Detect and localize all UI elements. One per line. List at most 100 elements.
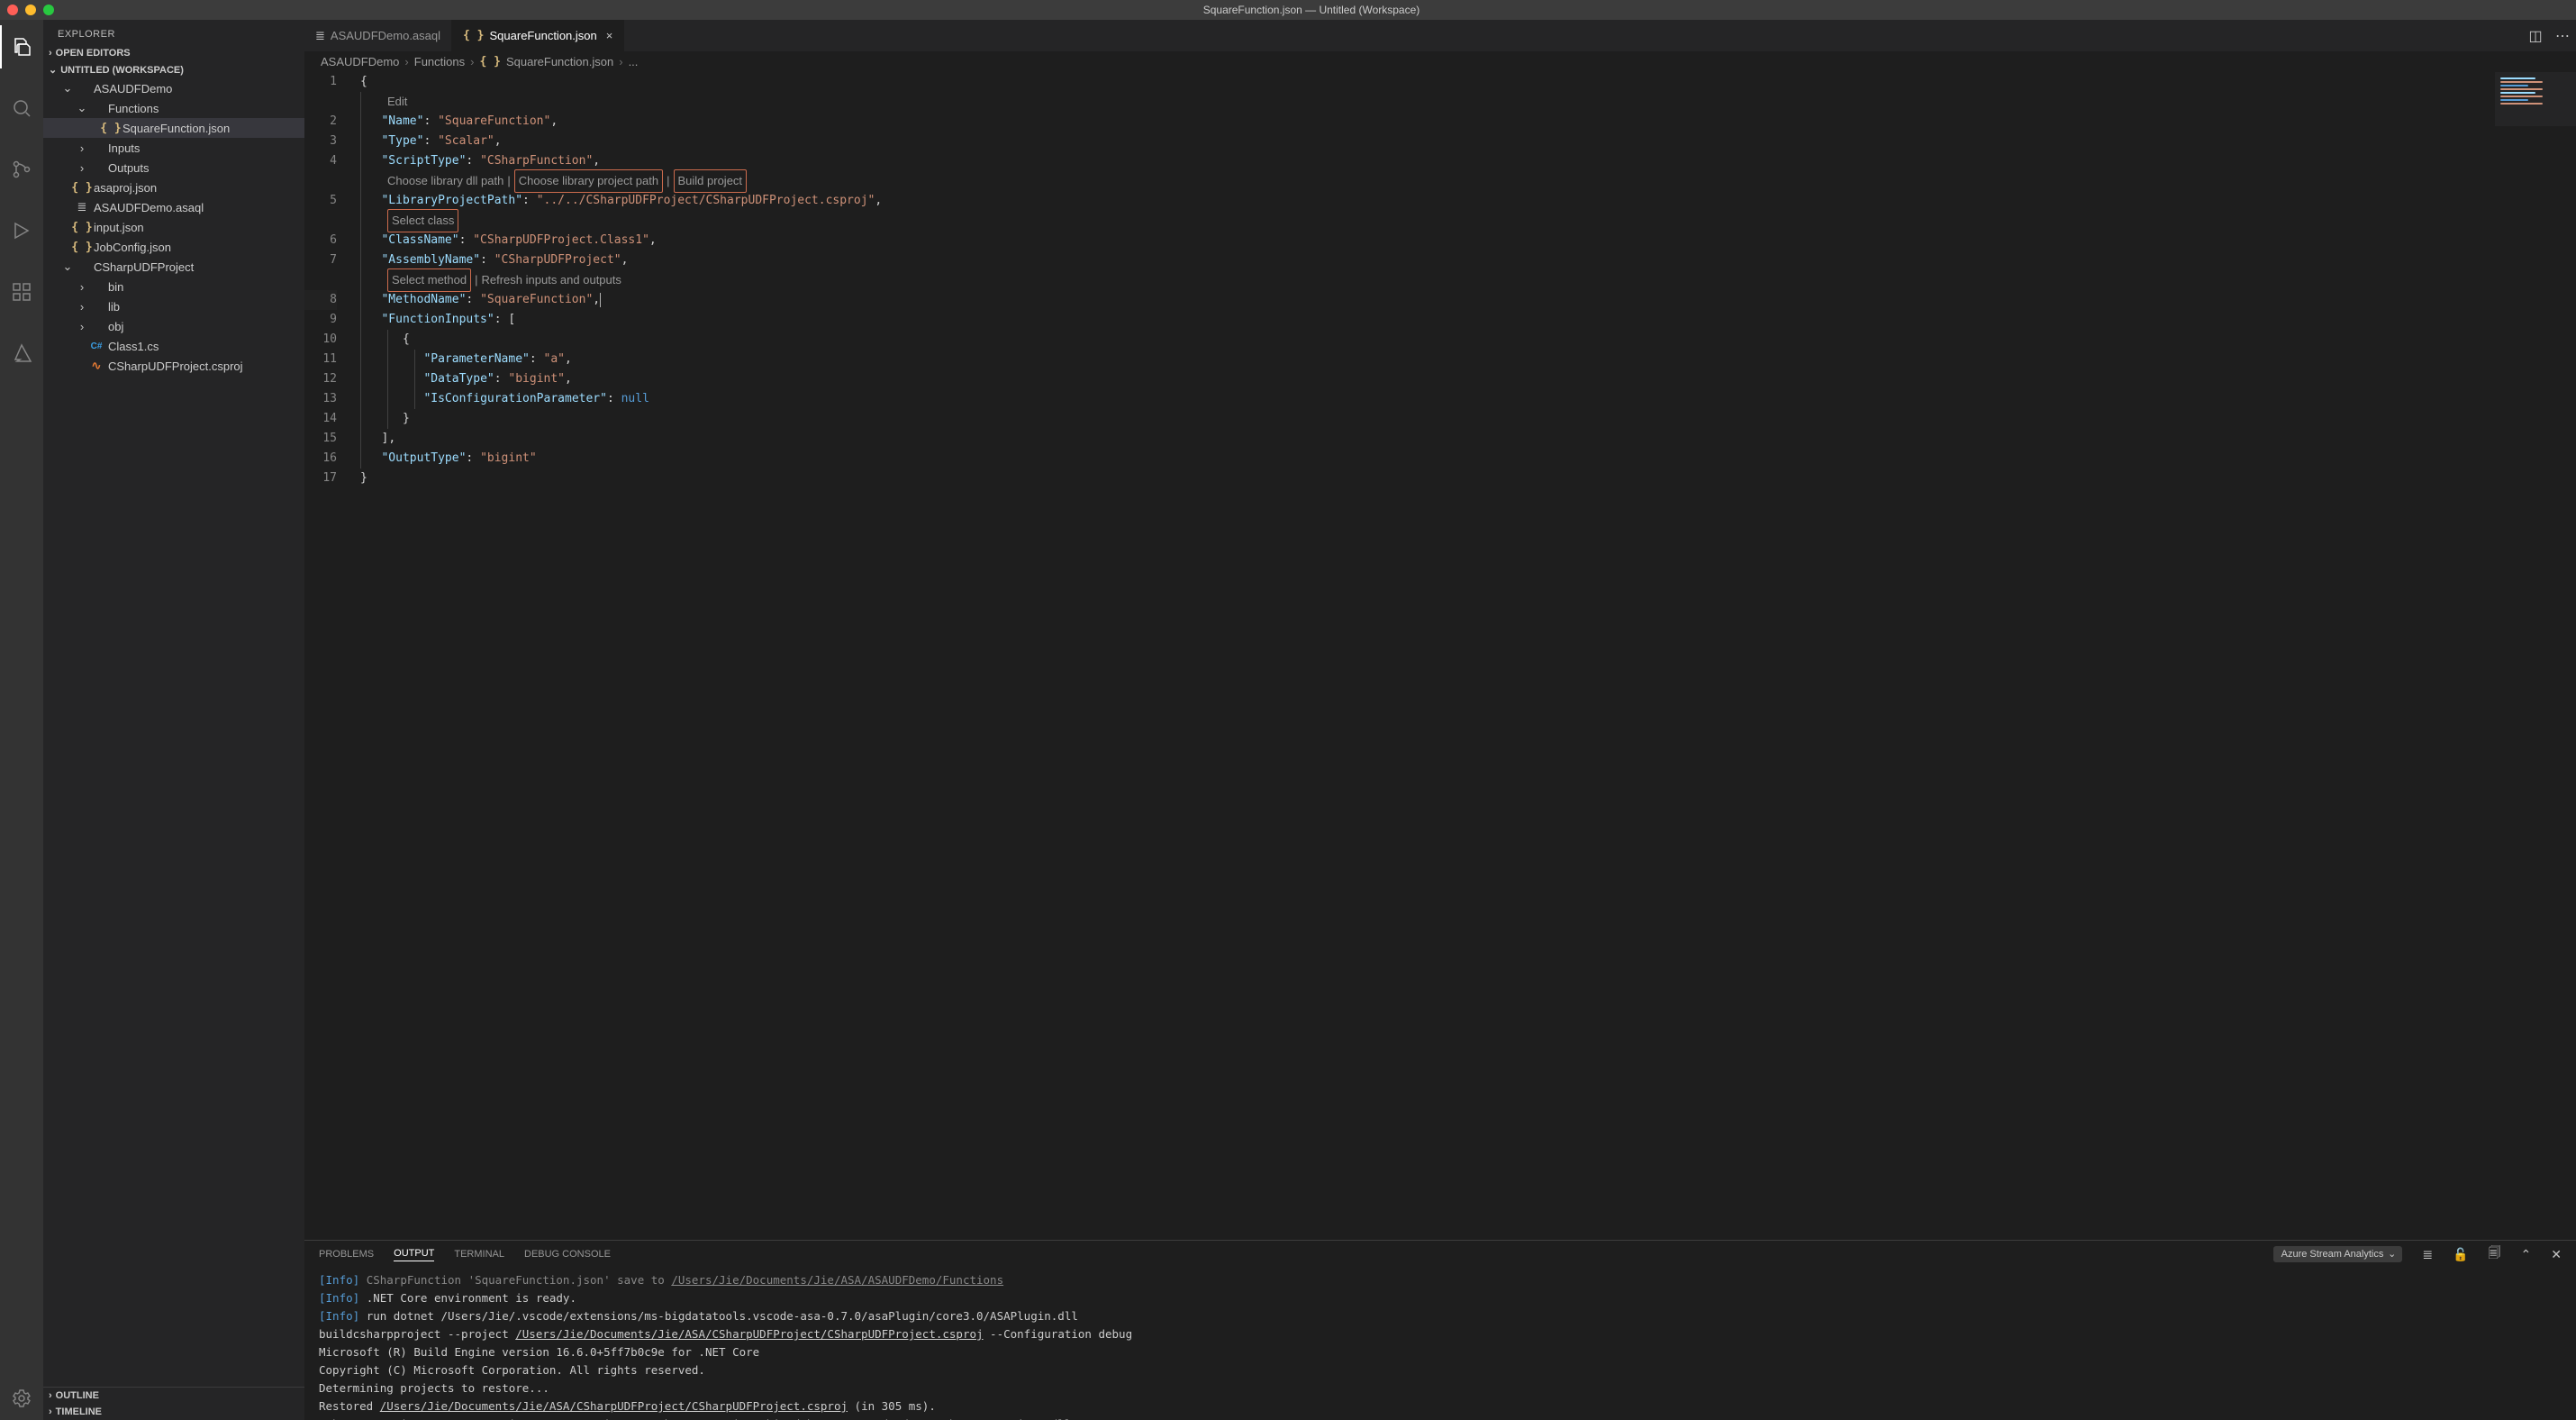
file-tree-item-functions[interactable]: Functions — [43, 98, 304, 118]
output-line: [Info] .NET Core environment is ready. — [319, 1289, 2562, 1307]
tab-debug-console[interactable]: DEBUG CONSOLE — [524, 1249, 611, 1260]
code-line[interactable]: } — [349, 469, 2576, 488]
breadcrumb-part[interactable]: SquareFunction.json — [506, 55, 613, 68]
codelens-action[interactable]: Select method — [387, 269, 471, 292]
close-window[interactable] — [7, 5, 18, 15]
codelens-separator: | — [667, 171, 669, 191]
file-tree: ASAUDFDemo Functions { }SquareFunction.jso… — [43, 78, 304, 1387]
file-tree-label: Functions — [108, 102, 159, 115]
workspace-section[interactable]: UNTITLED (WORKSPACE) — [43, 61, 304, 78]
breadcrumb-part[interactable]: ASAUDFDemo — [321, 55, 399, 68]
code-line[interactable]: "Type": "Scalar", — [349, 132, 2576, 151]
codelens-action[interactable]: Edit — [387, 92, 407, 112]
code-line[interactable]: "IsConfigurationParameter": null — [349, 389, 2576, 409]
panel-maximize-icon[interactable]: ⌃ — [2521, 1247, 2532, 1262]
file-tree-item-asaproj[interactable]: { }asaproj.json — [43, 178, 304, 197]
code-line[interactable]: "Name": "SquareFunction", — [349, 112, 2576, 132]
panel-close-icon[interactable]: ✕ — [2551, 1247, 2562, 1262]
file-tree-item-csharpproj[interactable]: CSharpUDFProject — [43, 257, 304, 277]
file-tree-item-jobconfig[interactable]: { }JobConfig.json — [43, 237, 304, 257]
code-area[interactable]: {Edit "Name": "SquareFunction", "Type": … — [349, 72, 2576, 1240]
outline-section[interactable]: OUTLINE — [43, 1388, 304, 1404]
file-tree-label: CSharpUDFProject — [94, 260, 194, 274]
tab-terminal[interactable]: TERMINAL — [454, 1249, 504, 1260]
editor[interactable]: 1234567891011121314151617 {Edit "Name": … — [304, 72, 2576, 1240]
file-tree-item-asaudfdemo[interactable]: ASAUDFDemo — [43, 78, 304, 98]
codelens-action[interactable]: Refresh inputs and outputs — [482, 270, 621, 290]
file-tree-item-outputs[interactable]: Outputs — [43, 158, 304, 178]
file-tree-item-inputs[interactable]: Inputs — [43, 138, 304, 158]
editor-tab-asaql[interactable]: ≣ ASAUDFDemo.asaql — [304, 20, 452, 51]
breadcrumb[interactable]: ASAUDFDemo›Functions›{ }SquareFunction.j… — [304, 51, 2576, 72]
file-tree-label: input.json — [94, 221, 144, 234]
code-line[interactable]: } — [349, 409, 2576, 429]
file-tree-label: asaproj.json — [94, 181, 157, 195]
window-title: SquareFunction.json — Untitled (Workspac… — [54, 4, 2569, 16]
tab-output[interactable]: OUTPUT — [394, 1248, 434, 1261]
run-debug-icon[interactable] — [0, 209, 43, 252]
file-tree-item-squarefunction[interactable]: { }SquareFunction.json — [43, 118, 304, 138]
codelens-action[interactable]: Select class — [387, 209, 458, 232]
file-tree-item-obj[interactable]: obj — [43, 316, 304, 336]
output-line: Restored /Users/Jie/Documents/Jie/ASA/CS… — [319, 1397, 2562, 1415]
output-line: [Info] run dotnet /Users/Jie/.vscode/ext… — [319, 1307, 2562, 1325]
code-line[interactable]: "AssemblyName": "CSharpUDFProject", — [349, 250, 2576, 270]
clear-output-icon[interactable]: 🗐 — [2489, 1243, 2501, 1265]
editor-tabs: ≣ ASAUDFDemo.asaql { } SquareFunction.json ×… — [304, 20, 2576, 51]
timeline-section[interactable]: TIMELINE — [43, 1404, 304, 1420]
output-line: CSharpUDFProject -> /Users/Jie/Documents… — [319, 1415, 2562, 1420]
azure-icon[interactable] — [0, 332, 43, 375]
file-tree-item-demoasaql[interactable]: ≣ASAUDFDemo.asaql — [43, 197, 304, 217]
code-line[interactable]: "ScriptType": "CSharpFunction", — [349, 151, 2576, 171]
output-line: [Info] CSharpFunction 'SquareFunction.js… — [319, 1271, 2562, 1289]
code-line[interactable]: "ClassName": "CSharpUDFProject.Class1", — [349, 231, 2576, 250]
file-tree-item-class1[interactable]: C#Class1.cs — [43, 336, 304, 356]
code-line[interactable]: { — [349, 330, 2576, 350]
explorer-icon[interactable] — [0, 25, 43, 68]
activity-bar — [0, 20, 43, 1420]
settings-gear-icon[interactable] — [0, 1377, 43, 1420]
panel-tabs: PROBLEMS OUTPUT TERMINAL DEBUG CONSOLE A… — [304, 1241, 2576, 1268]
file-tree-item-lib[interactable]: lib — [43, 296, 304, 316]
output-line: Determining projects to restore... — [319, 1379, 2562, 1397]
close-tab-icon[interactable]: × — [606, 29, 613, 42]
code-line[interactable]: "FunctionInputs": [ — [349, 310, 2576, 330]
breadcrumb-part[interactable]: ... — [629, 55, 639, 68]
code-line[interactable]: "OutputType": "bigint" — [349, 449, 2576, 469]
file-tree-item-inputjson[interactable]: { }input.json — [43, 217, 304, 237]
file-icon: ≣ — [315, 29, 325, 43]
file-tree-item-bin[interactable]: bin — [43, 277, 304, 296]
code-line[interactable]: "DataType": "bigint", — [349, 369, 2576, 389]
code-line[interactable]: "ParameterName": "a", — [349, 350, 2576, 369]
codelens-separator: | — [475, 270, 477, 290]
source-control-icon[interactable] — [0, 148, 43, 191]
editor-tab-square[interactable]: { } SquareFunction.json × — [452, 20, 624, 51]
tab-label: SquareFunction.json — [490, 29, 597, 42]
json-icon: { } — [463, 29, 484, 42]
code-line[interactable]: { — [349, 72, 2576, 92]
minimize-window[interactable] — [25, 5, 36, 15]
code-line[interactable]: "MethodName": "SquareFunction", — [349, 290, 2576, 310]
tab-label: ASAUDFDemo.asaql — [331, 29, 440, 42]
output-channel-select[interactable]: Azure Stream Analytics — [2273, 1246, 2403, 1262]
codelens-action[interactable]: Choose library dll path — [387, 171, 503, 191]
code-line[interactable]: "LibraryProjectPath": "../../CSharpUDFPr… — [349, 191, 2576, 211]
codelens-action[interactable]: Choose library project path — [514, 169, 663, 193]
minimap[interactable] — [2495, 72, 2576, 126]
extensions-icon[interactable] — [0, 270, 43, 314]
codelens-action[interactable]: Build project — [674, 169, 748, 193]
more-actions-icon[interactable]: ⋯ — [2549, 27, 2576, 45]
open-editors-section[interactable]: OPEN EDITORS — [43, 45, 304, 61]
file-tree-label: Class1.cs — [108, 340, 159, 353]
breadcrumb-part[interactable]: Functions — [414, 55, 465, 68]
maximize-window[interactable] — [43, 5, 54, 15]
code-line[interactable]: ], — [349, 429, 2576, 449]
file-tree-label: Inputs — [108, 141, 140, 155]
lock-scroll-icon[interactable]: 🔓 — [2453, 1247, 2468, 1262]
filter-icon[interactable]: ≣ — [2422, 1247, 2433, 1262]
output-content[interactable]: [Info] CSharpFunction 'SquareFunction.js… — [304, 1268, 2576, 1420]
search-icon[interactable] — [0, 86, 43, 130]
tab-problems[interactable]: PROBLEMS — [319, 1249, 374, 1260]
file-tree-item-csproj[interactable]: ∿CSharpUDFProject.csproj — [43, 356, 304, 376]
split-editor-icon[interactable]: ◫ — [2522, 27, 2549, 45]
